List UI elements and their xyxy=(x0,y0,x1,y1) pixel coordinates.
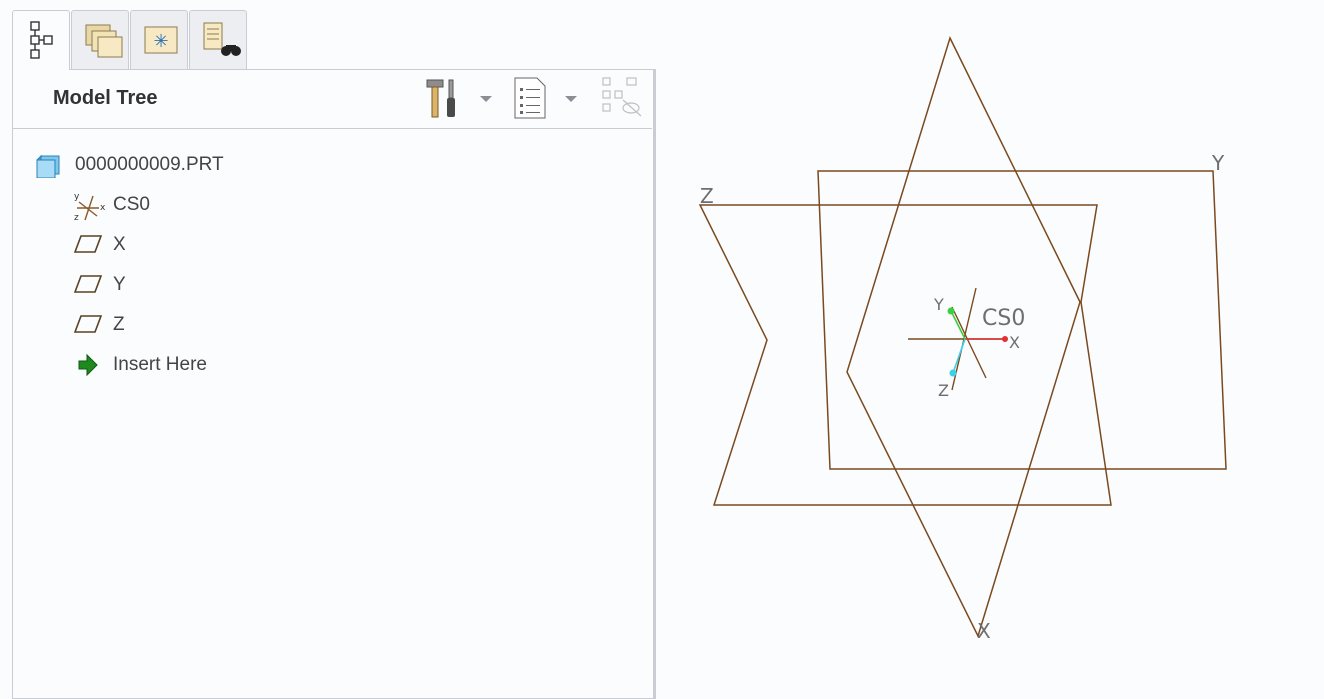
axis-label-z: Z xyxy=(938,381,949,400)
svg-text:z: z xyxy=(74,213,79,222)
tree-item-label: Y xyxy=(113,274,126,295)
csys-label: CS0 xyxy=(982,306,1025,331)
csys-glyph xyxy=(908,287,1008,391)
tree-item-label: Insert Here xyxy=(113,354,207,375)
svg-text:x: x xyxy=(100,203,106,213)
model-tree-icon xyxy=(30,21,53,59)
tree-item-label: X xyxy=(113,234,126,255)
axis-label-y: Y xyxy=(933,295,944,314)
tree-item-label: 0000000009.PRT xyxy=(75,154,224,175)
tab-folder-browser[interactable] xyxy=(71,10,129,69)
datum-plane-z xyxy=(698,204,1112,506)
tab-favorites[interactable]: ✳ xyxy=(130,10,188,69)
tab-model-tree[interactable] xyxy=(12,10,70,70)
axis-label-x: X xyxy=(1009,333,1020,352)
plane-label-x: X xyxy=(977,619,991,643)
settings-dropdown-caret[interactable] xyxy=(480,96,492,102)
settings-button[interactable] xyxy=(425,74,463,125)
settings-tools-icon xyxy=(426,79,455,118)
search-tool-icon xyxy=(203,22,241,56)
model-tree-panel: Model Tree 0000000009.PRT y z x CS0 X Y … xyxy=(12,69,656,699)
tree-item-label: Z xyxy=(113,314,125,335)
part-icon xyxy=(36,154,60,178)
coordinate-system-icon: y z x xyxy=(74,192,106,222)
datum-plane-icon xyxy=(73,315,103,333)
tree-item-label: CS0 xyxy=(113,194,150,215)
panel-title: Model Tree xyxy=(53,87,158,109)
tree-filter-icon xyxy=(602,77,642,117)
datum-plane-icon xyxy=(73,235,103,253)
tab-search-tool[interactable] xyxy=(189,10,247,69)
folder-browser-icon xyxy=(85,24,123,58)
tree-columns-button[interactable] xyxy=(511,74,551,125)
plane-label-y: Y xyxy=(1211,151,1225,175)
tree-columns-icon xyxy=(514,77,546,119)
graphics-viewport[interactable]: Y Z X CS0 Y X Z xyxy=(660,0,1324,693)
svg-text:✳: ✳ xyxy=(153,31,168,52)
favorites-icon: ✳ xyxy=(144,26,178,54)
panel-header: Model Tree xyxy=(13,70,652,129)
datum-plane-icon xyxy=(73,275,103,293)
tree-filter-button[interactable] xyxy=(601,74,645,125)
plane-label-z: Z xyxy=(700,184,714,208)
columns-dropdown-caret[interactable] xyxy=(565,96,577,102)
svg-text:y: y xyxy=(74,192,80,202)
insert-arrow-icon xyxy=(78,353,98,377)
